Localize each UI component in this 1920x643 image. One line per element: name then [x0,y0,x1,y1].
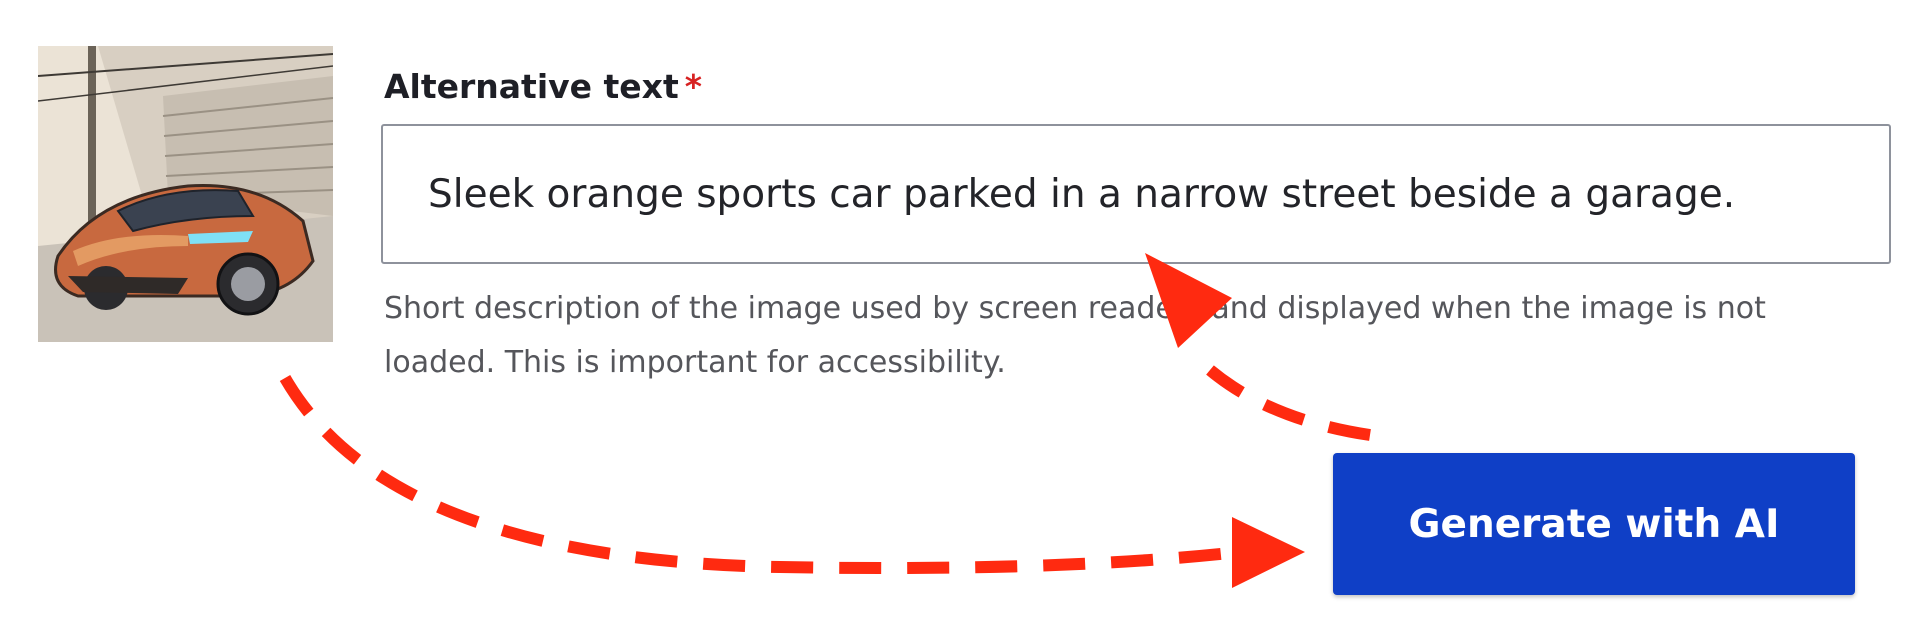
arrow-path-to-button [279,374,1231,575]
alt-text-input[interactable] [381,124,1891,264]
alt-text-label: Alternative text [384,66,679,106]
image-thumbnail [38,46,333,342]
required-marker: * [684,66,702,106]
alt-text-help: Short description of the image used by s… [384,291,1766,380]
generate-with-ai-button[interactable]: Generate with AI [1333,453,1855,595]
arrow-head-to-button [1232,517,1305,588]
alt-text-label-row: Alternative text * [384,62,702,110]
